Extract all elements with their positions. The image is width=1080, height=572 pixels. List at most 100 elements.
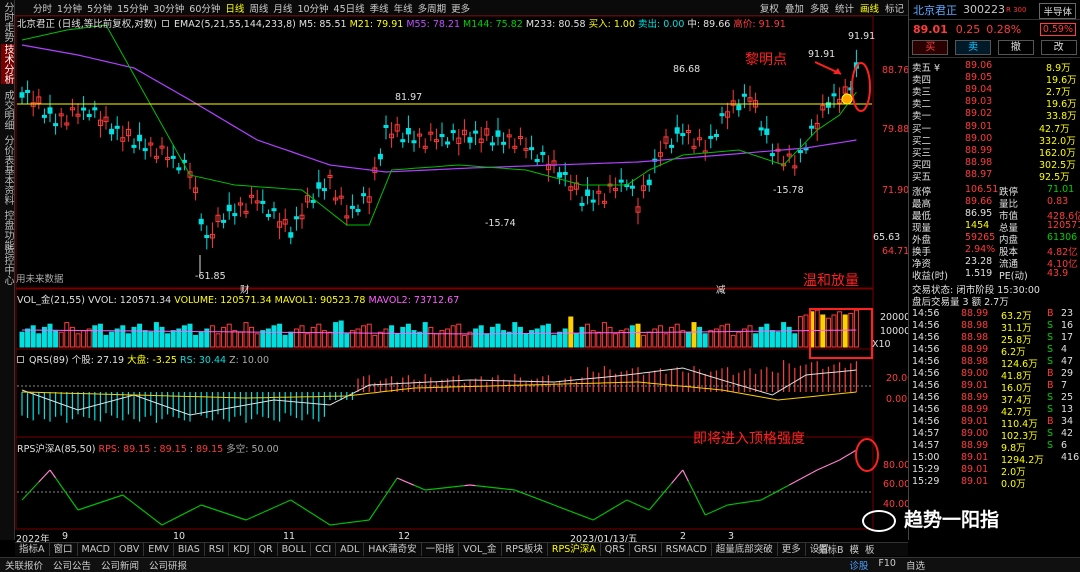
rps-line-segment	[553, 504, 560, 508]
indicator-tab-8[interactable]: QR	[255, 543, 278, 556]
volume-bar	[820, 314, 826, 348]
indicator-tab-13[interactable]: 一阳指	[422, 543, 460, 556]
volume-bar	[814, 309, 820, 348]
left-tab-1[interactable]: 技术分析	[1, 44, 14, 84]
rps-line-segment	[341, 522, 347, 525]
rps-line-segment	[777, 487, 784, 492]
volume-bar	[641, 334, 647, 348]
status-right-1[interactable]: F10	[873, 558, 901, 572]
tick-row: 14:56 89.00 41.8万 B 29	[912, 368, 1074, 382]
future-data-label: 用未来数据	[16, 274, 64, 285]
indicator-tab-4[interactable]: EMV	[144, 543, 174, 556]
candle-body	[170, 155, 176, 159]
rps-line-segment	[66, 493, 73, 503]
left-tab-2[interactable]: 成交明细	[1, 90, 14, 130]
indicator-tab-9[interactable]: BOLL	[278, 543, 312, 556]
indicator-tab-10[interactable]: CCI	[311, 543, 337, 556]
sell-button[interactable]: 卖	[955, 40, 992, 55]
left-tab-3[interactable]: 分价表	[1, 135, 14, 165]
volume-bar	[736, 331, 742, 348]
volume-bar	[439, 330, 445, 348]
left-tab-4[interactable]: 基本资料	[1, 165, 14, 205]
buy-button[interactable]: 买	[912, 40, 949, 55]
indicator-tab-5[interactable]: BIAS	[174, 543, 205, 556]
candle-body	[708, 135, 714, 139]
low-label: -15.78	[773, 185, 804, 196]
candle-body	[764, 128, 770, 135]
rps-line-segment	[335, 522, 342, 525]
status-link-1[interactable]: 公司公告	[48, 558, 96, 572]
main-y-tick: 71.90	[882, 185, 910, 196]
vol-name: VOL_金(21,55)	[17, 295, 85, 306]
rps-ks: 多空: 50.00	[226, 444, 279, 455]
status-link-3[interactable]: 公司研报	[144, 558, 192, 572]
rps-line-segment	[408, 482, 415, 486]
rps-line-segment	[279, 501, 286, 506]
status-link-2[interactable]: 公司新闻	[96, 558, 144, 572]
status-right-0[interactable]: 诊股	[844, 558, 873, 572]
candle-body	[137, 134, 143, 142]
indicator-b-tab-0[interactable]: 指标B	[815, 542, 847, 556]
volume-bar	[405, 323, 411, 348]
kline-chart[interactable]: 81.9786.6891.91-15.74-15.78-61.85	[15, 0, 908, 542]
bid-row: 买五 88.97 92.5万	[912, 169, 1070, 183]
candle-body	[92, 107, 98, 111]
indicator-tab-6[interactable]: RSI	[205, 543, 230, 556]
rps-line-segment	[721, 504, 728, 509]
qrs-checkbox-icon[interactable]	[17, 356, 24, 363]
indicator-tab-19[interactable]: RSMACD	[662, 543, 712, 556]
rps-line-segment	[385, 486, 393, 496]
stock-code: 300223	[963, 3, 1005, 16]
status-right-2[interactable]: 自选	[901, 558, 930, 572]
indicator-tab-7[interactable]: KDJ	[229, 543, 255, 556]
indicator-tab-1[interactable]: 窗口	[50, 543, 78, 556]
left-tab-0[interactable]: 分时走势	[1, 2, 14, 42]
left-tab-5[interactable]: 控盘功能	[1, 210, 14, 250]
stat-row: 换手 2.94% 股本 4.82亿	[912, 244, 1078, 258]
volume-bar	[232, 330, 238, 348]
rps-line-segment	[240, 517, 247, 521]
status-link-0[interactable]: 关联报价	[0, 558, 48, 572]
modify-button[interactable]: 改	[1040, 40, 1077, 55]
indicator-tab-15[interactable]: RPS板块	[502, 543, 548, 556]
ma-line-magenta	[21, 44, 857, 173]
volume-bar	[103, 334, 109, 348]
qrs-market-line	[21, 381, 857, 401]
indicator-tab-3[interactable]: OBV	[115, 543, 145, 556]
candle-body	[450, 130, 456, 134]
annotation-volume: 温和放量	[803, 273, 859, 289]
volume-bar	[109, 331, 115, 348]
board-tag: R 300	[1006, 5, 1027, 14]
indicator-tab-17[interactable]: QRS	[601, 543, 630, 556]
indicator-tab-2[interactable]: MACD	[78, 543, 115, 556]
indicator-tab-0[interactable]: 指标A	[15, 543, 50, 556]
indicator-tab-14[interactable]: VOL_金	[459, 543, 502, 556]
volume-bar	[719, 325, 725, 348]
volume-bar	[417, 331, 423, 348]
sector-badge[interactable]: 半导体	[1039, 3, 1076, 19]
candle-body	[142, 148, 148, 152]
x-axis-label: 10	[173, 531, 186, 542]
indicator-b-tab-1[interactable]: 模	[847, 542, 863, 556]
volume-bar	[422, 322, 428, 348]
indicator-b-tab-2[interactable]: 板	[862, 542, 878, 556]
volume-bar	[97, 323, 103, 348]
indicator-tab-21[interactable]: 更多	[778, 543, 806, 556]
volume-bar	[523, 333, 529, 348]
ema-checkbox-icon[interactable]	[162, 20, 170, 27]
stock-name[interactable]: 北京君正	[913, 2, 957, 18]
volume-bar	[601, 322, 607, 348]
indicator-tab-11[interactable]: ADL	[336, 543, 365, 556]
vol-vvol: VVOL: 120571.34	[88, 295, 172, 306]
rps-line-segment	[794, 478, 801, 483]
volume-bar	[456, 323, 462, 348]
indicator-tab-12[interactable]: HAK蒲奇安	[364, 543, 422, 556]
indicator-tab-20[interactable]: 超量底部突破	[712, 543, 778, 556]
cancel-button[interactable]: 撤	[997, 40, 1034, 55]
stat-row: 净资 23.28 流通 4.10亿	[912, 256, 1078, 270]
indicator-tab-16[interactable]: RPS沪深A	[548, 543, 601, 556]
left-tab-6[interactable]: 运控中心	[1, 245, 14, 285]
indicator-tab-18[interactable]: GRSI	[630, 543, 662, 556]
candle-body	[473, 130, 479, 134]
volume-bar	[478, 325, 484, 348]
